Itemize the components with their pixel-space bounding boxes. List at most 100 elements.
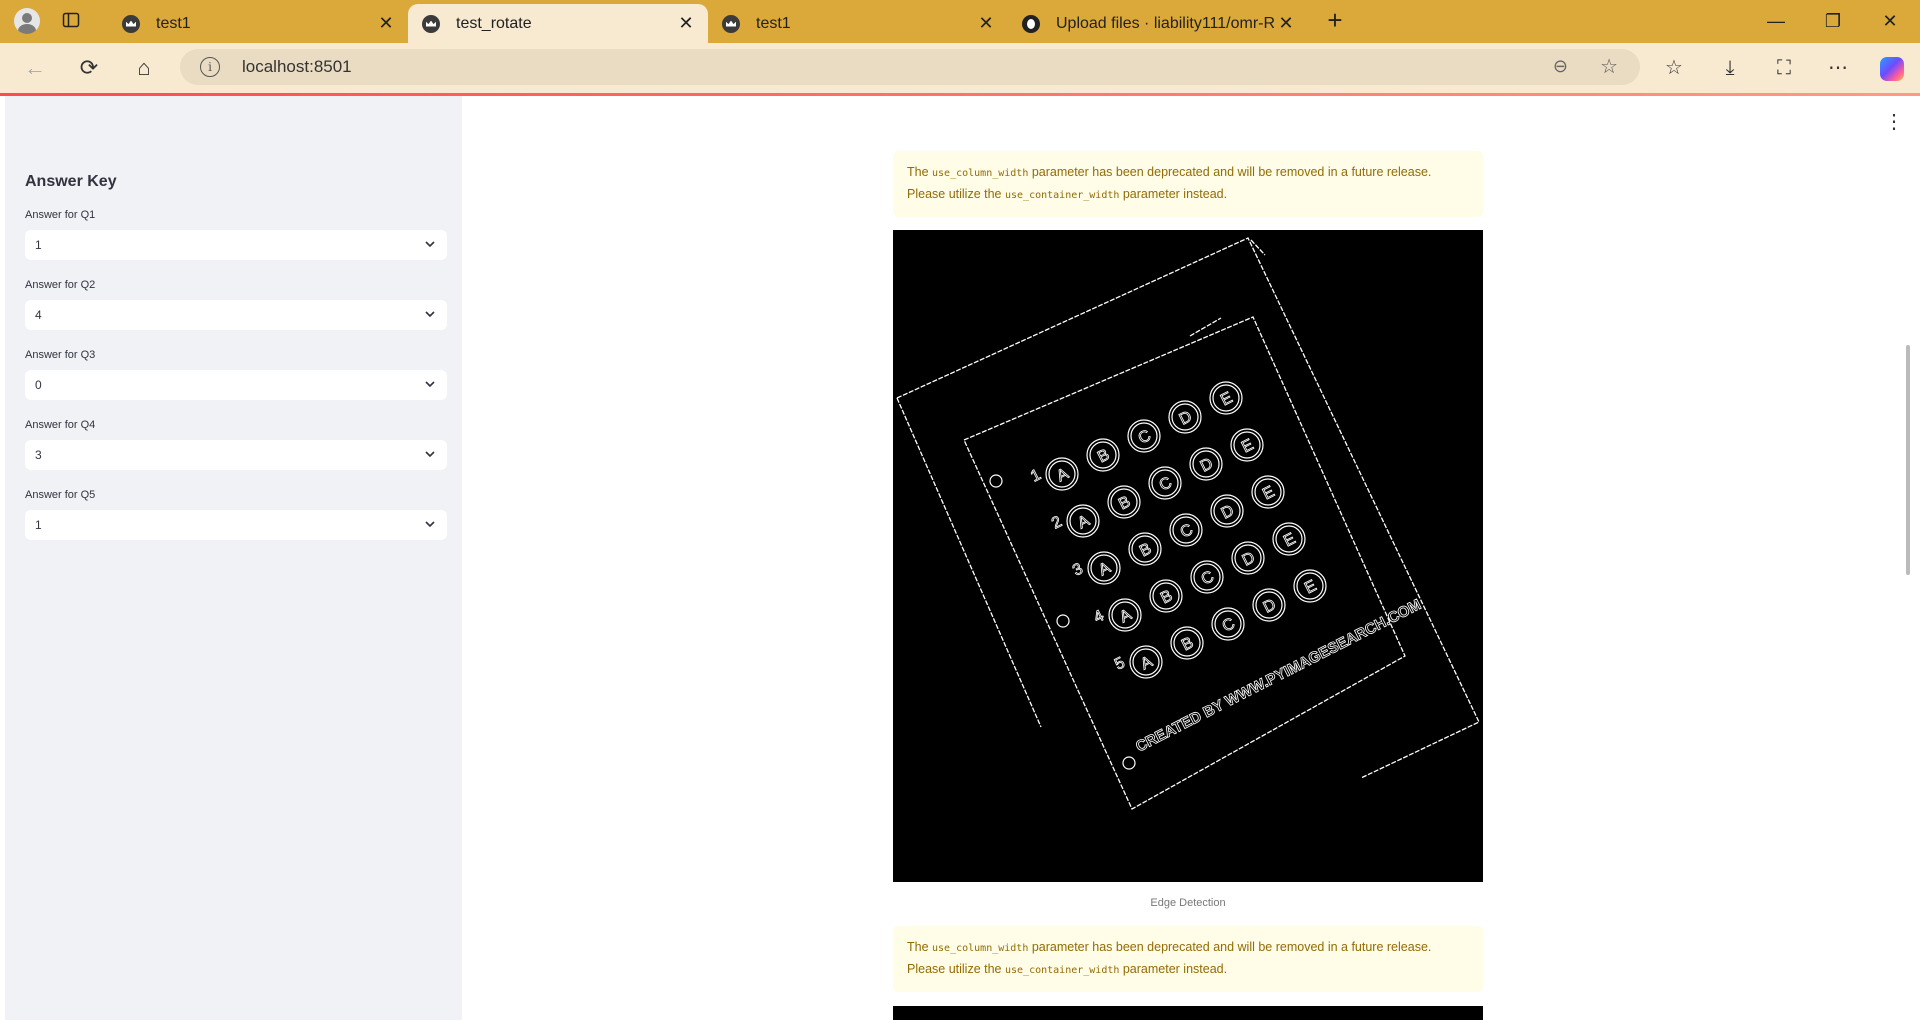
q1-value: 1 xyxy=(35,238,42,252)
bubble-letter: A xyxy=(1054,465,1072,485)
warning-text: parameter instead. xyxy=(1119,187,1228,201)
deprecation-warning: The use_column_width parameter has been … xyxy=(893,926,1483,992)
downloads-icon[interactable]: ⤓ xyxy=(1714,53,1746,83)
close-tab-icon[interactable]: ✕ xyxy=(374,13,398,34)
back-arrow-icon[interactable]: ← xyxy=(19,52,51,84)
favorites-icon[interactable]: ☆ xyxy=(1658,53,1690,83)
q4-label: Answer for Q4 xyxy=(25,419,96,431)
streamlit-icon xyxy=(122,14,140,33)
bubble-letter: C xyxy=(1220,615,1238,635)
browser-toolbar: ← ⟳ ⌂ i localhost:8501 ⊖ ☆ ☆ ⤓ ⛶ ⋯ xyxy=(0,43,1920,93)
close-tab-icon[interactable]: ✕ xyxy=(974,13,998,34)
bubble-letter: A xyxy=(1117,606,1135,626)
question-number: 3 xyxy=(1070,560,1086,579)
streamlit-icon xyxy=(722,14,740,33)
edge-detection-image: 1ABCDE2ABCDE3ABCDE4ABCDE5ABCDE CREATED B… xyxy=(893,230,1483,882)
bubble-letter: C xyxy=(1136,427,1154,447)
minimize-button[interactable]: — xyxy=(1756,6,1796,36)
warning-code-old: use_column_width xyxy=(932,168,1029,179)
close-window-button[interactable]: ✕ xyxy=(1870,6,1910,36)
close-tab-icon[interactable]: ✕ xyxy=(674,13,698,34)
profile-button[interactable] xyxy=(10,6,44,36)
warning-code-new: use_container_width xyxy=(1004,965,1120,976)
refresh-icon[interactable]: ⟳ xyxy=(73,52,105,84)
site-info-icon[interactable]: i xyxy=(200,57,220,77)
q5-label: Answer for Q5 xyxy=(25,489,96,501)
bubble-letter: C xyxy=(1178,521,1196,541)
warning-text: The xyxy=(907,940,933,954)
question-number: 4 xyxy=(1091,607,1107,626)
bubble-letter: C xyxy=(1199,568,1217,588)
bubble-letter: E xyxy=(1239,436,1256,456)
browser-tab-1[interactable]: test1 ✕ xyxy=(108,4,408,43)
bubble-letter: D xyxy=(1177,408,1195,428)
tab-actions-icon[interactable] xyxy=(62,11,80,29)
q4-value: 3 xyxy=(35,448,42,462)
main-menu-icon[interactable]: ⋮ xyxy=(1884,112,1904,132)
close-tab-icon[interactable]: ✕ xyxy=(1274,13,1298,34)
bubble-letter: D xyxy=(1261,596,1279,616)
browser-tab-2[interactable]: test_rotate ✕ xyxy=(408,4,708,43)
new-tab-button[interactable]: + xyxy=(1320,6,1350,36)
profile-icon xyxy=(14,8,40,34)
question-number: 5 xyxy=(1112,654,1128,673)
tab-title: test_rotate xyxy=(456,14,532,32)
zoom-out-icon[interactable]: ⊖ xyxy=(1553,56,1568,77)
page-scrollbar[interactable] xyxy=(1906,345,1910,575)
bubble-letter: A xyxy=(1075,512,1093,532)
bubble-letter: B xyxy=(1179,634,1196,654)
q2-select[interactable]: 4 xyxy=(25,300,447,330)
restore-button[interactable]: ❐ xyxy=(1813,6,1853,36)
q2-label: Answer for Q2 xyxy=(25,279,96,291)
bubble-letter: E xyxy=(1302,577,1319,597)
warning-code-new: use_container_width xyxy=(1004,190,1120,201)
bubble-letter: B xyxy=(1116,493,1133,513)
streamlit-icon xyxy=(422,14,440,33)
deprecation-warning: The use_column_width parameter has been … xyxy=(893,151,1483,217)
bubble-letter: D xyxy=(1198,455,1216,475)
q3-value: 0 xyxy=(35,378,42,392)
bubble-letter: E xyxy=(1260,483,1277,503)
favorite-star-icon[interactable]: ☆ xyxy=(1600,54,1618,79)
screenshot-icon[interactable]: ⛶ xyxy=(1768,53,1800,83)
q1-label: Answer for Q1 xyxy=(25,209,96,221)
next-image xyxy=(893,1006,1483,1020)
warning-code-old: use_column_width xyxy=(932,943,1029,954)
q5-value: 1 xyxy=(35,518,42,532)
bubble-letter: A xyxy=(1138,653,1156,673)
browser-tab-bar: test1 ✕ test_rotate ✕ test1 ✕ Upload fil… xyxy=(0,0,1920,43)
question-number: 1 xyxy=(1028,466,1044,485)
question-number: 2 xyxy=(1049,513,1065,532)
url-text: localhost:8501 xyxy=(242,57,352,76)
q1-select[interactable]: 1 xyxy=(25,230,447,260)
github-icon xyxy=(1022,14,1040,33)
bubble-letter: D xyxy=(1240,549,1258,569)
q3-select[interactable]: 0 xyxy=(25,370,447,400)
bubble-letter: E xyxy=(1281,530,1298,550)
warning-text: The xyxy=(907,165,933,179)
q3-label: Answer for Q3 xyxy=(25,349,96,361)
sheet-footer-text: CREATED BY WWW.PYIMAGESEARCH.COM xyxy=(1133,596,1424,755)
browser-tab-4[interactable]: Upload files · liability111/omr-Rea ✕ xyxy=(1008,4,1308,43)
chevron-down-icon xyxy=(425,451,435,458)
copilot-icon[interactable] xyxy=(1880,57,1904,81)
sidebar-title: Answer Key xyxy=(25,173,117,190)
bubble-letter: C xyxy=(1157,474,1175,494)
bubble-letter: E xyxy=(1218,389,1235,409)
home-icon[interactable]: ⌂ xyxy=(128,52,160,84)
edge-image-svg: 1 ABCDE2 ABCDE3 ABCDE4 ABCDE5 ABCDE CREATED B… xyxy=(896,237,1480,810)
chevron-down-icon xyxy=(425,311,435,318)
bubble-letter: A xyxy=(1096,559,1114,579)
more-menu-icon[interactable]: ⋯ xyxy=(1822,53,1854,83)
address-bar[interactable]: i localhost:8501 ⊖ ☆ xyxy=(180,49,1640,85)
q2-value: 4 xyxy=(35,308,42,322)
browser-tab-3[interactable]: test1 ✕ xyxy=(708,4,1008,43)
tab-title: test1 xyxy=(756,14,791,32)
sidebar: Answer Key Answer for Q1 1 Answer for Q2… xyxy=(5,96,462,1020)
tab-title: test1 xyxy=(156,14,191,32)
bubble-letter: B xyxy=(1158,587,1175,607)
q5-select[interactable]: 1 xyxy=(25,510,447,540)
main-content: ⋮ The use_column_width parameter has bee… xyxy=(462,96,1920,1020)
q4-select[interactable]: 3 xyxy=(25,440,447,470)
chevron-down-icon xyxy=(425,381,435,388)
